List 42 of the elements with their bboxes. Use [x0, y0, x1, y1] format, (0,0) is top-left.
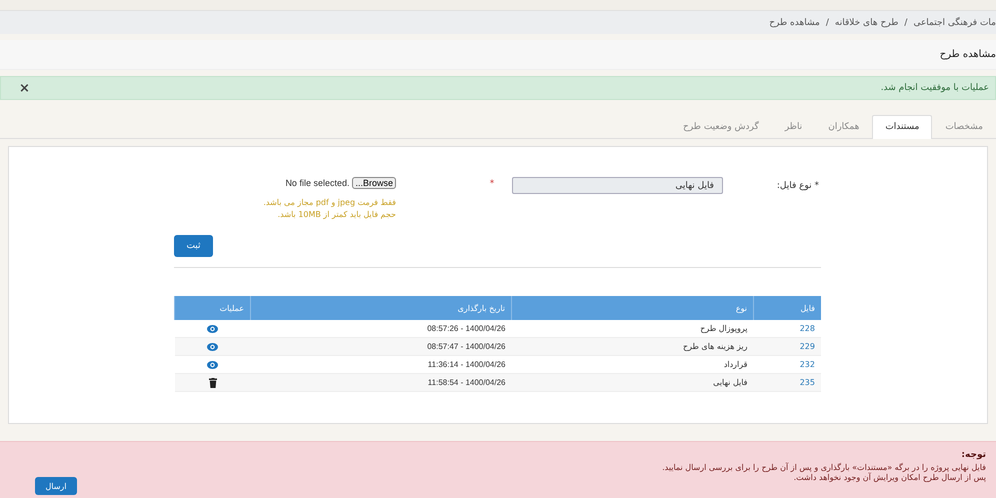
tab[interactable]: ناظر [772, 115, 816, 138]
trash-icon[interactable] [208, 378, 216, 388]
submit-button[interactable]: ثبت [174, 235, 213, 257]
column-header: تاریخ بارگذاری [250, 296, 512, 320]
table-cell: فایل نهایی [512, 374, 754, 392]
field-label: * نوع فایل: [776, 180, 820, 191]
eye-icon[interactable] [207, 342, 218, 351]
tab[interactable]: گردش وضعیت طرح [670, 115, 772, 138]
eye-icon[interactable] [207, 360, 218, 369]
hint-text: فقط فرمت jpeg و pdf مجاز می باشد. حجم فایل باید کمتر از 10MB باشد. [262, 197, 396, 221]
tab[interactable]: مشخصات [932, 115, 996, 138]
column-header: فایل [754, 296, 821, 320]
required-mark: * [488, 178, 496, 189]
tab[interactable]: همکاران [815, 115, 872, 138]
send-button[interactable]: ارسال [35, 477, 77, 495]
eye-icon[interactable] [207, 324, 218, 333]
close-icon[interactable]: × [19, 80, 30, 96]
file-link[interactable]: 228 [800, 324, 815, 333]
breadcrumb-item: مشاهده طرح [769, 18, 820, 28]
success-message: عملیات با موفقیت انجام شد. [880, 83, 989, 93]
file-link[interactable]: 235 [800, 378, 815, 387]
table-cell: 08:57:26 - 1400/04/26 [427, 324, 506, 333]
table-cell: ریز هزینه های طرح [512, 338, 754, 356]
breadcrumb-item[interactable]: طرح های خلاقانه [834, 18, 898, 28]
table-cell: 11:58:54 - 1400/04/26 [428, 378, 506, 387]
table-cell: 08:57:47 - 1400/04/26 [427, 342, 506, 351]
breadcrumb-item[interactable]: مات فرهنگی اجتماعی [913, 18, 996, 28]
breadcrumb-separator: / [826, 18, 829, 28]
tab[interactable]: مستندات [872, 115, 932, 139]
file-type-select[interactable]: فایل نهایی [512, 177, 723, 194]
notice-text: فایل نهایی پروژه را در برگه «مستندات» بارگذاری و پس از آن طرح را برای بررسی ارسال نمایید. [661, 463, 986, 472]
file-link[interactable]: 229 [800, 342, 815, 351]
column-header: نوع [512, 296, 754, 320]
file-status: No file selected. [285, 178, 350, 188]
browse-button[interactable]: ...Browse [352, 177, 396, 189]
breadcrumb-separator: / [904, 18, 908, 28]
column-header: عملیات [174, 296, 250, 320]
file-link[interactable]: 232 [800, 360, 815, 369]
notice-text: پس از ارسال طرح امکان ویرایش آن وجود نخواهد داشت. [792, 473, 986, 483]
table-cell: 11:36:14 - 1400/04/26 [428, 360, 506, 369]
notice-title: توجه: [960, 450, 986, 460]
page-title: مشاهده طرح [940, 49, 996, 60]
